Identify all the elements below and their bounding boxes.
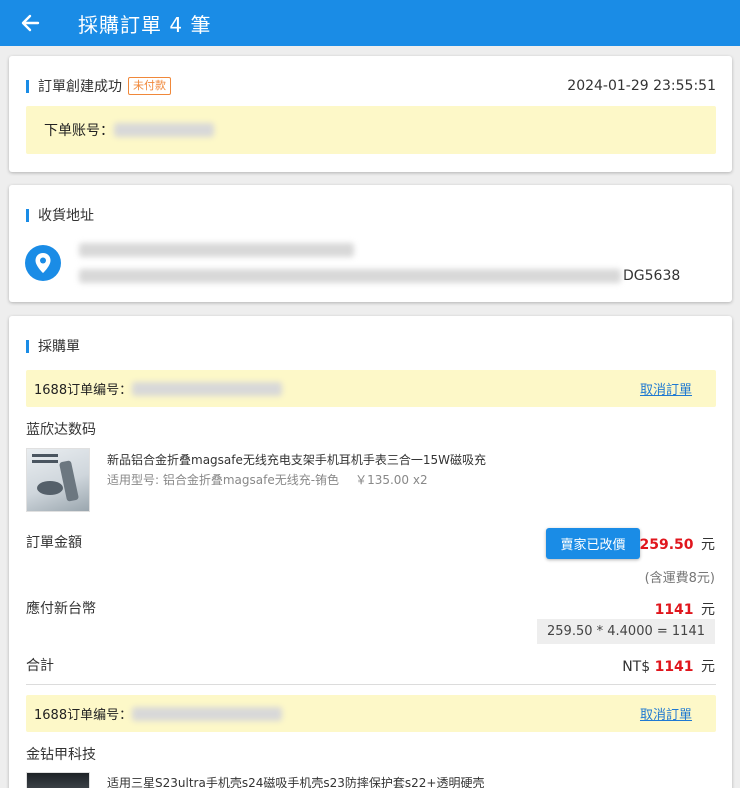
order-number-label: 1688订单编号： [34,383,133,398]
back-arrow-icon[interactable] [18,11,42,35]
shipping-note: (含運費8元) [644,571,715,586]
order-amount-value: 259.50 [639,537,694,553]
account-value-redacted [114,123,214,137]
twd-amount-unit: 元 [701,602,715,618]
total-amount: NT$ 1141 元 [622,656,715,676]
section-marker [26,208,29,222]
purchase-section-title: 採購單 [38,339,80,355]
order-number-box: 1688订单编号： 取消訂單 [26,695,716,732]
order-status-label: 訂單創建成功 [38,79,122,95]
order-status-card: 訂單創建成功 未付款 2024-01-29 23:55:51 下单账号： [9,56,732,172]
address-suffix: DG5638 [623,268,681,284]
location-pin-icon [25,245,61,281]
exchange-formula: 259.50 * 4.4000 = 1141 [537,619,715,644]
product-title[interactable]: 新品铝合金折叠magsafe无线充电支架手机耳机手表三合一15W磁吸充 [107,451,486,468]
purchase-card: 採購單 1688订单编号： 取消訂單 蓝欣达数码 新品铝合金折叠magsafe无… [9,316,732,788]
shop-name: 蓝欣达数码 [26,422,96,438]
order-status-header: 訂單創建成功 未付款 2024-01-29 23:55:51 [26,76,732,96]
product-thumbnail[interactable] [26,448,90,512]
product-title[interactable]: 适用三星S23ultra手机壳s24磁吸手机壳s23防摔保护套s22+透明硬壳 [107,774,484,788]
order-number-label: 1688订单编号： [34,708,133,723]
total-currency: NT$ [622,659,651,675]
unpaid-badge: 未付款 [128,77,171,95]
section-marker [26,339,29,353]
product-spec-row: 适用型号: 铝合金折叠magsafe无线充-铕色 ￥135.00 x2 [107,471,428,488]
app-bar: 採購訂單 4 筆 [0,0,740,46]
address-header: 收貨地址 [26,205,94,225]
address-section-title: 收貨地址 [38,208,94,224]
address-card: 收貨地址 DG5638 [9,185,732,302]
order-datetime: 2024-01-29 23:55:51 [567,78,716,94]
address-text: DG5638 [79,239,719,284]
cancel-order-link[interactable]: 取消訂單 [640,704,692,723]
page-title: 採購訂單 4 筆 [78,12,212,37]
product-price: ￥135.00 x2 [355,473,428,487]
cancel-order-link[interactable]: 取消訂單 [640,379,692,398]
order-number-box: 1688订单编号： 取消訂單 [26,370,716,407]
total-label: 合計 [26,658,54,674]
twd-label: 應付新台幣 [26,601,96,617]
address-line-2-redacted [79,269,621,283]
order-amount: 259.50 元 [640,534,715,554]
product-thumbnail[interactable] [26,772,90,788]
price-changed-button[interactable]: 賣家已改價 [546,528,640,559]
shop-name: 金钻甲科技 [26,747,96,763]
total-amount-unit: 元 [701,659,715,675]
order-amount-unit: 元 [701,537,715,553]
account-label: 下单账号： [44,123,114,139]
order-number-redacted [132,706,283,721]
product-spec: 适用型号: 铝合金折叠magsafe无线充-铕色 [107,473,340,487]
total-amount-value: 1141 [654,659,694,675]
twd-amount-value: 1141 [654,602,694,618]
section-marker [26,79,29,93]
purchase-header: 採購單 [26,336,80,356]
address-line-1-redacted [79,242,354,257]
twd-amount: 1141 元 [655,599,715,619]
order-number-redacted [132,381,283,396]
account-box: 下单账号： [26,106,716,154]
order-divider [26,684,716,685]
order-amount-label: 訂單金額 [26,535,82,551]
